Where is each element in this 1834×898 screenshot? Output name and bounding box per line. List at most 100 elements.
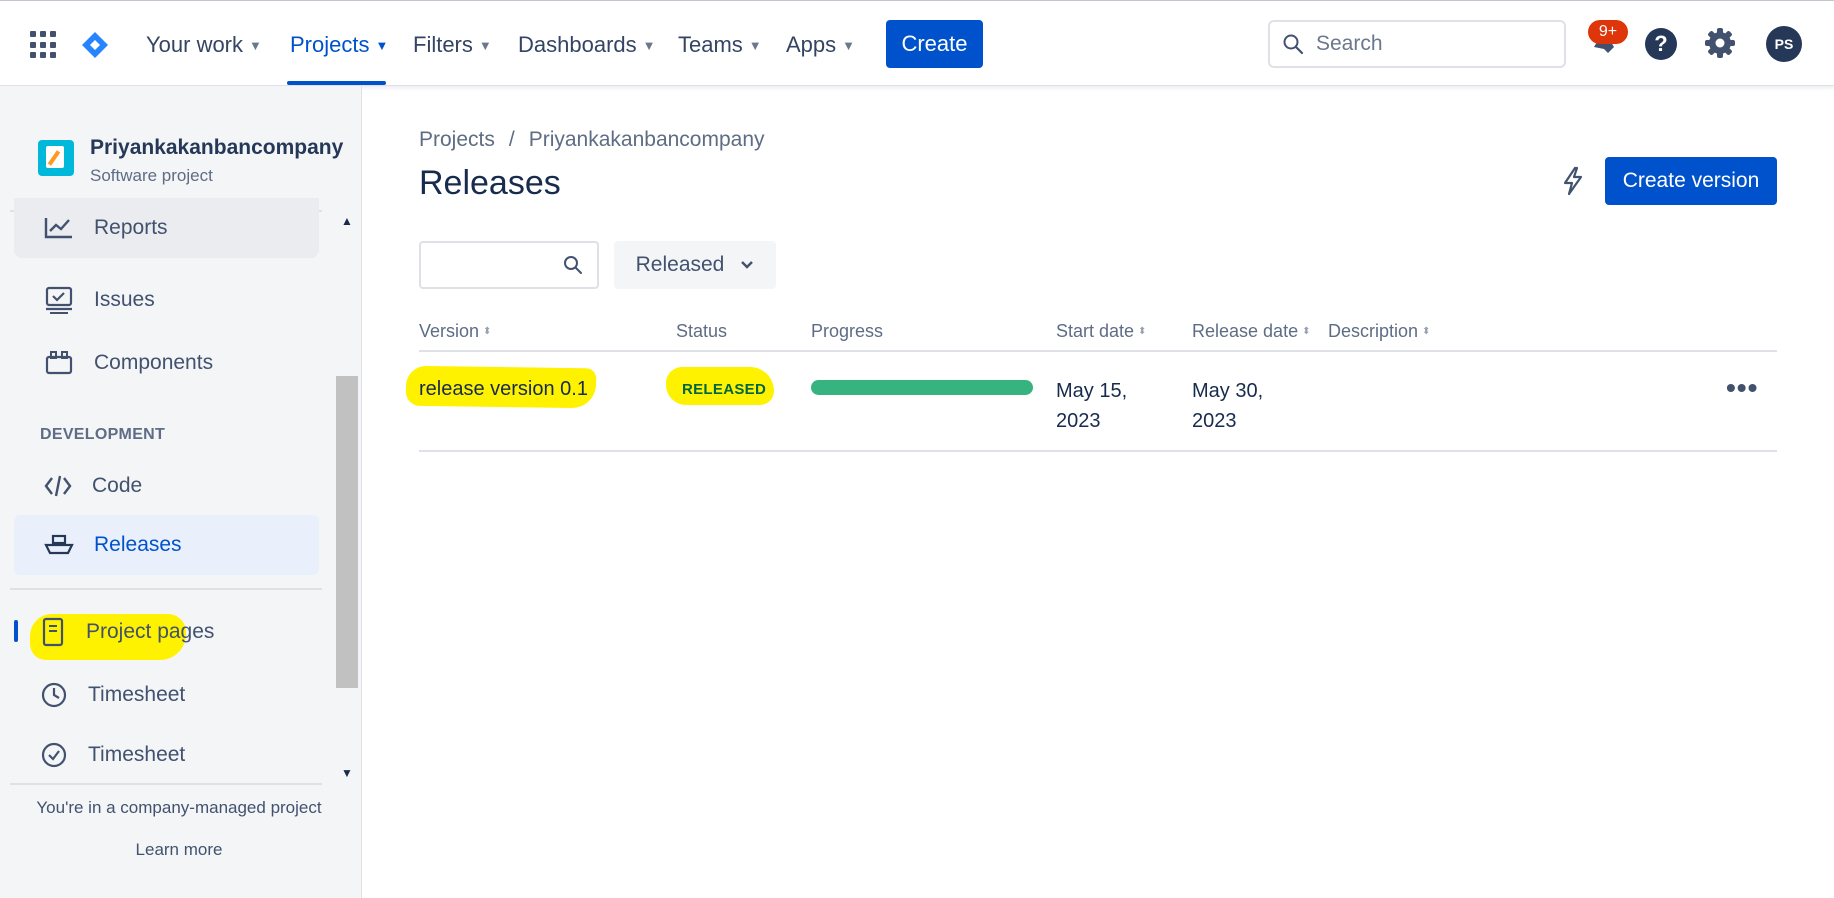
chevron-down-icon: ▼ bbox=[478, 37, 492, 53]
scroll-up-arrow-icon[interactable]: ▲ bbox=[341, 214, 353, 228]
app-switcher-icon[interactable] bbox=[30, 31, 58, 59]
sidebar-item-code[interactable]: Code bbox=[14, 458, 319, 514]
nav-your-work[interactable]: Your work ▼ bbox=[146, 31, 262, 59]
chevron-down-icon bbox=[741, 261, 754, 269]
nav-apps[interactable]: Apps ▼ bbox=[786, 31, 855, 59]
user-avatar[interactable]: PS bbox=[1766, 26, 1802, 62]
company-managed-note: You're in a company-managed project bbox=[36, 798, 322, 817]
column-header-label: Release date bbox=[1192, 321, 1299, 341]
chart-line-icon bbox=[44, 218, 72, 239]
help-icon[interactable]: ? bbox=[1645, 28, 1677, 60]
column-header-start-date[interactable]: Start date ⬍ bbox=[1056, 321, 1146, 342]
breadcrumb: Projects / Priyankakanbancompany bbox=[419, 128, 765, 152]
settings-gear-icon[interactable] bbox=[1703, 26, 1737, 60]
nav-projects-label: Projects bbox=[290, 32, 370, 57]
status-filter-dropdown[interactable]: Released bbox=[614, 241, 776, 289]
sidebar-item-label: Components bbox=[94, 351, 214, 374]
sidebar-item-components[interactable]: Components bbox=[14, 335, 319, 391]
search-box[interactable] bbox=[1268, 20, 1566, 68]
chevron-down-icon: ▼ bbox=[249, 37, 262, 53]
version-search-field[interactable] bbox=[419, 241, 599, 289]
top-navigation: Your work ▼ Projects ▼ Filters ▼ Dashboa… bbox=[0, 0, 1834, 86]
version-search-input[interactable] bbox=[429, 243, 559, 283]
learn-more-link[interactable]: Learn more bbox=[0, 840, 358, 860]
column-header-label: Start date bbox=[1056, 321, 1135, 341]
column-header-release-date[interactable]: Release date ⬍ bbox=[1192, 321, 1310, 342]
components-icon bbox=[45, 351, 73, 375]
sidebar-item-reports[interactable]: Reports bbox=[14, 198, 319, 258]
sort-icon: ⬍ bbox=[1138, 325, 1147, 337]
project-sidebar: Priyankakanbancompany Software project R… bbox=[0, 86, 362, 898]
nav-filters[interactable]: Filters ▼ bbox=[413, 31, 492, 59]
jira-logo-icon[interactable] bbox=[80, 30, 110, 60]
clock-icon bbox=[41, 682, 67, 708]
project-avatar-icon bbox=[38, 140, 74, 176]
chevron-down-icon: ▼ bbox=[375, 37, 389, 53]
sidebar-item-label: Timesheet bbox=[88, 743, 186, 766]
nav-teams[interactable]: Teams ▼ bbox=[678, 31, 762, 59]
nav-your-work-label: Your work bbox=[146, 32, 244, 57]
breadcrumb-separator: / bbox=[508, 128, 515, 151]
breadcrumb-project[interactable]: Priyankakanbancompany bbox=[529, 128, 765, 152]
sidebar-item-label: Project pages bbox=[86, 620, 215, 643]
issues-icon bbox=[45, 286, 73, 314]
release-date: May 30, 2023 bbox=[1192, 380, 1264, 432]
sidebar-divider bbox=[10, 783, 322, 785]
nav-projects[interactable]: Projects ▼ bbox=[290, 31, 388, 59]
sidebar-item-timesheet-1[interactable]: Timesheet bbox=[14, 667, 319, 723]
sidebar-item-label: Timesheet bbox=[88, 683, 186, 706]
search-icon bbox=[564, 256, 582, 274]
column-header-version[interactable]: Version ⬍ bbox=[419, 321, 491, 342]
sidebar-item-timesheet-2[interactable]: Timesheet bbox=[14, 727, 319, 783]
table-header-divider bbox=[419, 350, 1777, 352]
column-header-label: Version bbox=[419, 321, 480, 341]
nav-filters-label: Filters bbox=[413, 32, 473, 57]
sort-icon: ⬍ bbox=[483, 325, 492, 337]
column-header-label: Status bbox=[676, 321, 728, 341]
sidebar-item-label: Reports bbox=[94, 216, 168, 239]
breadcrumb-projects[interactable]: Projects bbox=[419, 128, 495, 152]
search-input[interactable] bbox=[1316, 32, 1536, 56]
sidebar-item-label: Releases bbox=[94, 533, 182, 556]
nav-dashboards-label: Dashboards bbox=[518, 32, 637, 57]
chevron-down-icon: ▼ bbox=[842, 37, 856, 53]
notifications-badge: 9+ bbox=[1588, 20, 1628, 44]
sidebar-item-issues[interactable]: Issues bbox=[14, 272, 319, 328]
sidebar-item-project-pages[interactable]: Project pages bbox=[14, 604, 319, 660]
column-header-label: Description bbox=[1328, 321, 1419, 341]
scroll-down-arrow-icon[interactable]: ▼ bbox=[341, 766, 353, 780]
status-badge: RELEASED bbox=[682, 381, 767, 398]
page-icon bbox=[42, 617, 64, 647]
column-header-label: Progress bbox=[811, 321, 884, 341]
progress-bar bbox=[811, 380, 1033, 395]
table-row-divider bbox=[419, 450, 1777, 452]
project-name: Priyankakanbancompany bbox=[90, 136, 344, 159]
column-header-description[interactable]: Description ⬍ bbox=[1328, 321, 1430, 342]
ship-icon bbox=[44, 534, 74, 555]
sidebar-item-label: Issues bbox=[94, 288, 155, 311]
page-title: Releases bbox=[419, 164, 561, 202]
more-actions-button[interactable]: ••• bbox=[1726, 372, 1758, 404]
sidebar-item-releases[interactable]: Releases bbox=[14, 515, 319, 575]
automation-bolt-icon[interactable] bbox=[1560, 166, 1586, 196]
nav-apps-label: Apps bbox=[786, 32, 837, 57]
project-type: Software project bbox=[90, 166, 213, 185]
search-icon bbox=[1283, 34, 1304, 55]
check-circle-icon bbox=[41, 742, 67, 768]
create-version-button[interactable]: Create version bbox=[1605, 157, 1777, 205]
nav-active-underline bbox=[287, 81, 386, 85]
nav-dashboards[interactable]: Dashboards ▼ bbox=[518, 31, 656, 59]
sidebar-scrollbar[interactable] bbox=[336, 376, 358, 688]
chevron-down-icon: ▼ bbox=[642, 37, 656, 53]
column-header-progress: Progress bbox=[811, 321, 883, 342]
section-label-development: DEVELOPMENT bbox=[40, 426, 166, 443]
sort-icon: ⬍ bbox=[1302, 325, 1311, 337]
nav-teams-label: Teams bbox=[678, 32, 743, 57]
column-header-status: Status bbox=[676, 321, 727, 342]
sort-icon: ⬍ bbox=[1422, 325, 1431, 337]
sidebar-divider bbox=[10, 588, 322, 590]
version-name-link[interactable]: release version 0.1 bbox=[419, 378, 588, 401]
create-button[interactable]: Create bbox=[886, 20, 983, 68]
project-header[interactable]: Priyankakanbancompany Software project bbox=[38, 136, 343, 186]
start-date: May 15, 2023 bbox=[1056, 380, 1128, 432]
